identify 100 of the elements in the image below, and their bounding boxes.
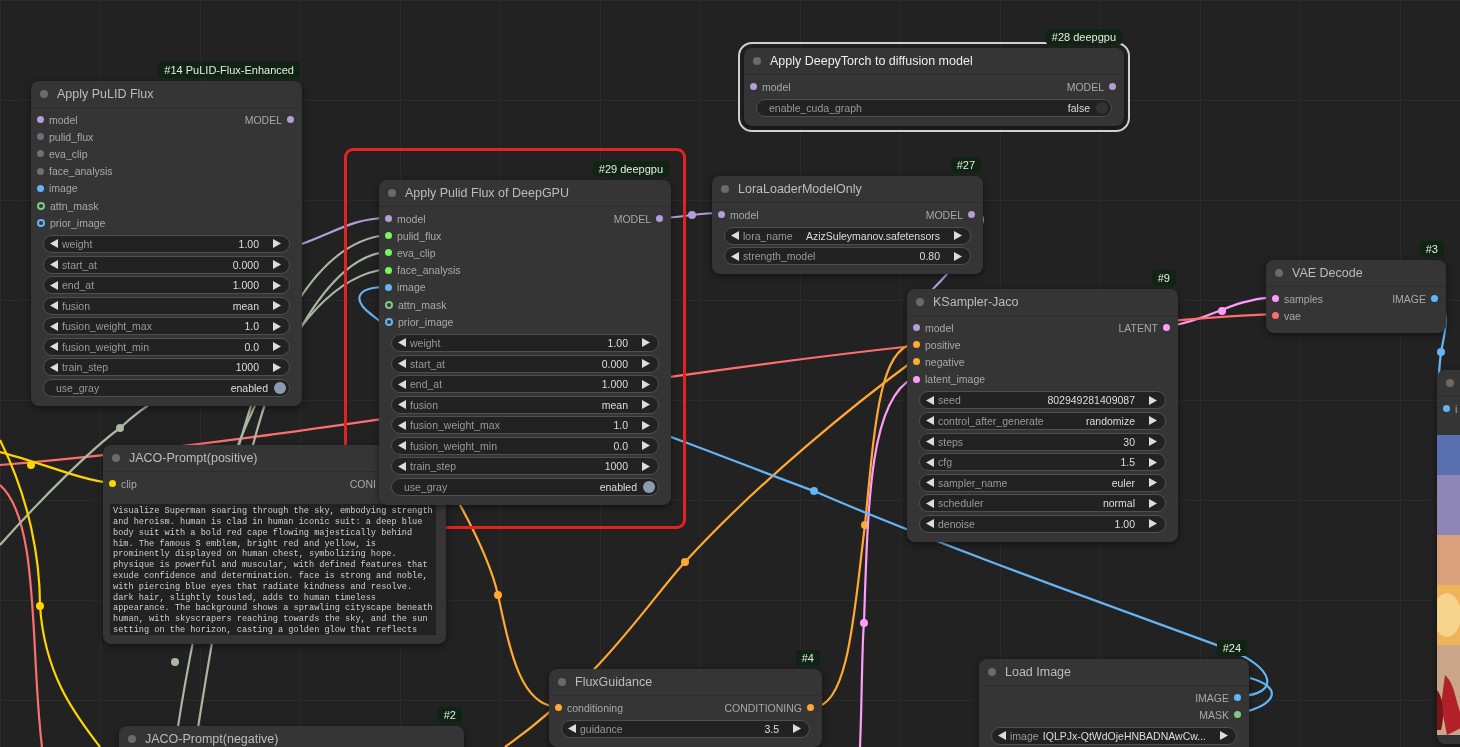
collapse-dot-icon[interactable] (1446, 379, 1454, 387)
input-socket[interactable] (385, 215, 392, 223)
input-socket[interactable] (37, 184, 44, 192)
input-socket[interactable] (385, 232, 392, 240)
value-widget[interactable]: guidance 3.5 (561, 719, 810, 738)
value-widget[interactable]: fusion mean (391, 395, 659, 414)
collapse-dot-icon[interactable] (916, 298, 924, 306)
value-widget[interactable]: fusion_weight_min 0.0 (43, 337, 290, 356)
value-widget[interactable]: control_after_generate randomize (919, 411, 1166, 430)
output-socket[interactable] (1109, 83, 1116, 91)
left-arrow-icon[interactable] (926, 416, 934, 426)
right-arrow-icon[interactable] (793, 724, 801, 734)
reroute-dot[interactable] (1437, 348, 1445, 356)
toggle-widget[interactable]: use_gray enabled (391, 478, 659, 497)
left-arrow-icon[interactable] (568, 724, 576, 734)
collapse-dot-icon[interactable] (1275, 269, 1283, 277)
output-socket[interactable] (287, 116, 294, 124)
output-socket[interactable] (1431, 295, 1438, 303)
value-widget[interactable]: strength_model 0.80 (724, 247, 971, 266)
reroute-dot[interactable] (810, 487, 818, 495)
reroute-dot[interactable] (171, 658, 179, 666)
node-card[interactable]: i (1437, 370, 1460, 745)
input-socket[interactable] (109, 480, 116, 488)
right-arrow-icon[interactable] (273, 239, 281, 249)
value-widget[interactable]: fusion_weight_max 1.0 (391, 416, 659, 435)
value-widget[interactable]: denoise 1.00 (919, 514, 1166, 533)
reroute-dot[interactable] (36, 602, 44, 610)
left-arrow-icon[interactable] (50, 280, 58, 290)
input-socket[interactable] (750, 83, 757, 91)
right-arrow-icon[interactable] (1149, 519, 1157, 529)
value-widget[interactable]: fusion_weight_max 1.0 (43, 317, 290, 336)
value-widget[interactable]: steps 30 (919, 432, 1166, 451)
left-arrow-icon[interactable] (398, 359, 406, 368)
input-socket[interactable] (37, 201, 45, 210)
reroute-dot[interactable] (681, 558, 689, 566)
value-widget[interactable]: fusion_weight_min 0.0 (391, 436, 659, 455)
value-widget[interactable]: end_at 1.000 (43, 276, 290, 295)
output-socket[interactable] (1234, 711, 1241, 719)
value-widget[interactable]: seed 802949281409087 (919, 391, 1166, 410)
input-socket[interactable] (913, 375, 920, 383)
collapse-dot-icon[interactable] (112, 454, 120, 462)
collapse-dot-icon[interactable] (721, 185, 729, 193)
left-arrow-icon[interactable] (398, 379, 406, 389)
value-widget[interactable]: scheduler normal (919, 494, 1166, 513)
left-arrow-icon[interactable] (50, 260, 58, 269)
left-arrow-icon[interactable] (926, 519, 934, 529)
reroute-dot[interactable] (860, 619, 868, 627)
input-socket[interactable] (385, 300, 393, 309)
collapse-dot-icon[interactable] (558, 678, 566, 686)
output-socket[interactable] (1234, 694, 1241, 702)
left-arrow-icon[interactable] (50, 239, 58, 249)
input-socket[interactable] (385, 249, 392, 257)
value-widget[interactable]: fusion mean (43, 296, 290, 315)
output-socket[interactable] (1163, 324, 1170, 332)
reroute-dot[interactable] (27, 461, 35, 469)
value-widget[interactable]: end_at 1.000 (391, 375, 659, 394)
node-canvas[interactable] (0, 0, 1460, 747)
input-socket[interactable] (37, 150, 44, 158)
reroute-dot[interactable] (861, 521, 869, 529)
toggle-knob[interactable] (274, 382, 286, 395)
reroute-dot[interactable] (116, 424, 124, 432)
collapse-dot-icon[interactable] (988, 668, 996, 676)
input-socket[interactable] (37, 133, 44, 141)
value-widget[interactable]: start_at 0.000 (43, 255, 290, 274)
left-arrow-icon[interactable] (926, 395, 934, 405)
input-socket[interactable] (718, 211, 725, 219)
value-widget[interactable]: sampler_name euler (919, 473, 1166, 492)
value-widget[interactable]: image IQLPJx-QtWdOjeHNBADNAwCw... (991, 726, 1237, 745)
right-arrow-icon[interactable] (273, 260, 281, 269)
value-widget[interactable]: weight 1.00 (391, 333, 659, 352)
prompt-text-field[interactable]: Visualize Superman soaring through the sky, embodying strength and heroism. human is clad in human iconic suit: a deep blue body suit with a bold red cape flowing majestically behind him. The famous S emblem, bright red and yellow, is prominently displayed on human chest, symbolizing hope. physique is powerful and muscular, with defined features that exude confidence and determination. face is strong and noble, with piercing blue eyes that radiate kindness and resolve. dark hair, slightly tousled, adds to human timeless appearance. The background shows a sprawling cityscape beneath human, with skyscrapers reaching towards the sky, and the sun setting on the horizon, casting a golden glow that reflects (110, 504, 436, 636)
reroute-dot[interactable] (688, 211, 696, 219)
right-arrow-icon[interactable] (642, 338, 650, 348)
toggle-knob[interactable] (1096, 101, 1108, 114)
toggle-widget[interactable]: use_gray enabled (43, 379, 290, 398)
reroute-dot[interactable] (1218, 307, 1226, 315)
input-socket[interactable] (1443, 405, 1450, 413)
output-socket[interactable] (656, 215, 663, 223)
value-widget[interactable]: lora_name AzizSuleymanov.safetensors (724, 226, 971, 245)
toggle-widget[interactable]: enable_cuda_graph false (756, 98, 1112, 117)
input-socket[interactable] (913, 358, 920, 366)
left-arrow-icon[interactable] (998, 731, 1006, 741)
left-arrow-icon[interactable] (398, 338, 406, 348)
value-widget[interactable]: start_at 0.000 (391, 354, 659, 373)
right-arrow-icon[interactable] (642, 359, 650, 368)
input-socket[interactable] (1272, 312, 1279, 320)
collapse-dot-icon[interactable] (40, 90, 48, 98)
input-socket[interactable] (385, 266, 392, 274)
input-socket[interactable] (385, 283, 392, 291)
value-widget[interactable]: train_step 1000 (391, 457, 659, 476)
right-arrow-icon[interactable] (1149, 416, 1157, 426)
output-socket[interactable] (807, 704, 814, 712)
input-socket[interactable] (385, 317, 393, 326)
input-socket[interactable] (37, 167, 44, 175)
collapse-dot-icon[interactable] (128, 735, 136, 743)
right-arrow-icon[interactable] (642, 379, 650, 389)
right-arrow-icon[interactable] (1220, 731, 1228, 741)
input-socket[interactable] (555, 704, 562, 712)
value-widget[interactable]: cfg 1.5 (919, 453, 1166, 472)
collapse-dot-icon[interactable] (388, 189, 396, 197)
